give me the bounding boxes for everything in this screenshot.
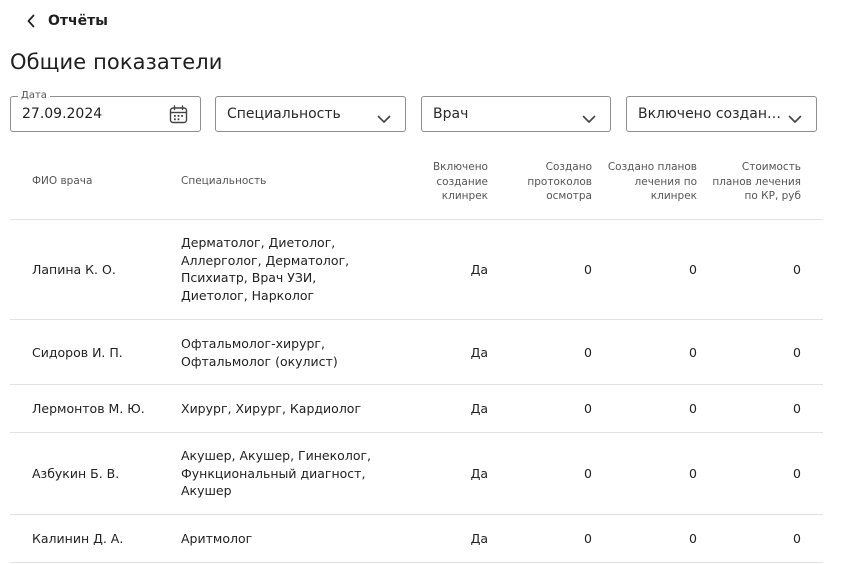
specialty-select-value: Специальность — [227, 106, 341, 122]
clinrec-value: Да — [470, 531, 488, 546]
protocols-value: 0 — [584, 401, 592, 416]
doctor-name: Азбукин Б. В. — [32, 466, 120, 481]
doctor-specialty: Дерматолог, Диетолог, Аллерголог, Дермат… — [181, 235, 350, 303]
clinrec-select-value: Включено создани... — [638, 106, 786, 122]
doctor-specialty: Хирург, Хирург, Кардиолог — [181, 401, 362, 416]
table-row[interactable]: Лермонтов М. Ю. Хирург, Хирург, Кардиоло… — [10, 385, 823, 433]
chevron-left-icon — [26, 14, 36, 28]
page-title: Общие показатели — [10, 50, 223, 74]
plans-value: 0 — [689, 531, 697, 546]
cost-value: 0 — [793, 401, 801, 416]
column-header-clinrec: Включено создание клинрек — [432, 161, 488, 202]
doctor-specialty: Аритмолог — [181, 531, 253, 546]
doctor-name: Лермонтов М. Ю. — [32, 401, 145, 416]
column-header-plans: Создано планов лечения по клинрек — [607, 161, 697, 202]
cost-value: 0 — [793, 466, 801, 481]
doctor-specialty: Акушер, Акушер, Гинеколог, Функциональны… — [181, 448, 372, 498]
cost-value: 0 — [793, 345, 801, 360]
clinrec-value: Да — [470, 262, 488, 277]
doctor-specialty: Офтальмолог-хирург, Офтальмолог (окулист… — [181, 336, 338, 369]
doctor-name: Сидоров И. П. — [32, 345, 123, 360]
column-header-name: ФИО врача — [32, 175, 93, 187]
protocols-value: 0 — [584, 531, 592, 546]
back-link[interactable]: Отчёты — [26, 10, 108, 32]
plans-value: 0 — [689, 345, 697, 360]
table-row[interactable]: Азбукин Б. В. Акушер, Акушер, Гинеколог,… — [10, 433, 823, 515]
date-field[interactable]: Дата 27.09.2024 — [10, 89, 201, 132]
date-field-label: Дата — [18, 89, 50, 103]
clinrec-value: Да — [470, 401, 488, 416]
clinrec-value: Да — [470, 466, 488, 481]
plans-value: 0 — [689, 262, 697, 277]
clinrec-select[interactable]: Включено создани... — [626, 96, 817, 132]
back-link-label: Отчёты — [48, 13, 108, 29]
table-header: ФИО врача Специальность Включено создание… — [10, 152, 823, 220]
chevron-down-icon — [788, 109, 802, 128]
table-row[interactable]: Сидоров И. П. Офтальмолог-хирург, Офталь… — [10, 320, 823, 385]
protocols-value: 0 — [584, 345, 592, 360]
clinrec-value: Да — [470, 345, 488, 360]
protocols-value: 0 — [584, 262, 592, 277]
chevron-down-icon — [377, 109, 391, 128]
column-header-specialty: Специальность — [181, 175, 267, 187]
cost-value: 0 — [793, 262, 801, 277]
cost-value: 0 — [793, 531, 801, 546]
specialty-select[interactable]: Специальность — [215, 96, 406, 132]
chevron-down-icon — [582, 109, 596, 128]
calendar-icon[interactable] — [169, 105, 188, 128]
plans-value: 0 — [689, 401, 697, 416]
table-row[interactable]: Лапина К. О. Дерматолог, Диетолог, Аллер… — [10, 220, 823, 320]
filters-bar: Дата 27.09.2024 Специальность Врач Включ… — [10, 89, 818, 132]
protocols-value: 0 — [584, 466, 592, 481]
doctor-select-value: Врач — [433, 106, 469, 122]
doctor-name: Калинин Д. А. — [32, 531, 124, 546]
column-header-cost: Стоимость планов лечения по КР, руб — [712, 161, 801, 202]
plans-value: 0 — [689, 466, 697, 481]
column-header-protocols: Создано протоколов осмотра — [527, 161, 592, 202]
doctor-name: Лапина К. О. — [32, 262, 116, 277]
date-field-value: 27.09.2024 — [22, 106, 103, 122]
doctor-select[interactable]: Врач — [421, 96, 611, 132]
table-row[interactable]: Калинин Д. А. Аритмолог Да 0 0 0 — [10, 515, 823, 563]
report-table: ФИО врача Специальность Включено создание… — [10, 152, 823, 563]
